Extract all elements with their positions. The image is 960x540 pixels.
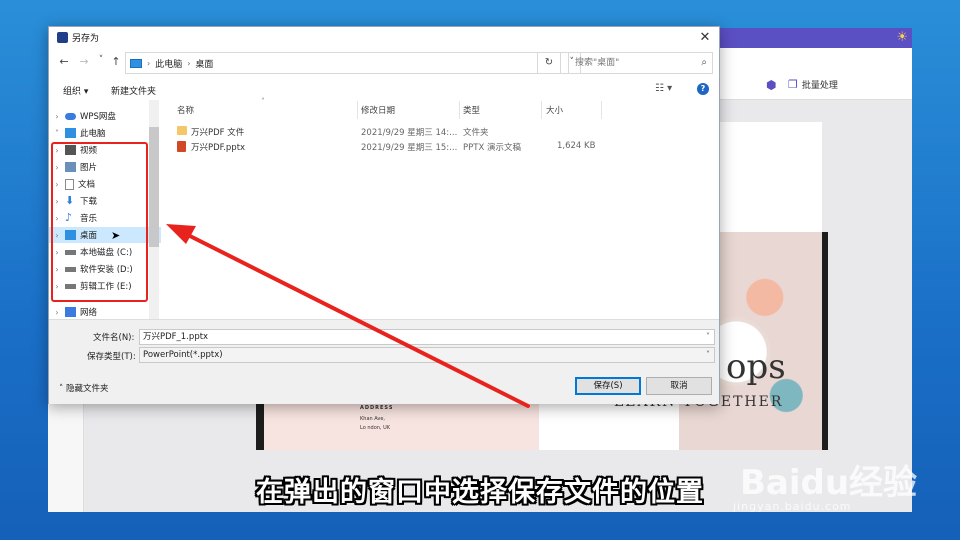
nav-pane-scrollbar-thumb[interactable] xyxy=(149,127,159,247)
computer-icon xyxy=(130,58,142,68)
close-button[interactable]: ✕ xyxy=(695,29,715,47)
file-type: 文件夹 xyxy=(463,128,489,138)
file-name: 万兴PDF.pptx xyxy=(191,143,246,153)
batch-process-label: 批量处理 xyxy=(801,81,838,91)
nav-item-label: 网络 xyxy=(80,308,98,318)
save-button[interactable]: 保存(S) xyxy=(575,377,641,395)
save-as-dialog: 另存为 ✕ ← → ˅ ↑ › 此电脑 › 桌面 ˅ ↻ 搜索"桌面" ⌕ 组织… xyxy=(48,26,720,404)
breadcrumb-this-pc[interactable]: 此电脑 xyxy=(155,57,182,70)
slide-photo-edge xyxy=(822,232,828,450)
file-type: PPTX 演示文稿 xyxy=(463,143,521,153)
computer-icon xyxy=(65,128,76,138)
chevron-up-icon: ˄ xyxy=(59,384,64,394)
filetype-value: PowerPoint(*.pptx) xyxy=(143,350,223,360)
sort-indicator-icon: ˄ xyxy=(261,97,265,106)
column-header-name[interactable]: 名称 xyxy=(177,104,194,116)
dialog-title: 另存为 xyxy=(72,34,100,44)
file-modified: 2021/9/29 星期三 14:... xyxy=(361,128,458,138)
slide-address-line1: Khan Ave, xyxy=(360,416,386,422)
hexagon-icon: ⬢ xyxy=(766,78,777,92)
breadcrumb-separator-icon: › xyxy=(147,58,151,68)
shape-tool-button[interactable]: ⬢ xyxy=(766,78,776,92)
file-name: 万兴PDF 文件 xyxy=(191,128,245,138)
refresh-icon: ↻ xyxy=(544,57,554,68)
annotation-highlight-box xyxy=(51,142,148,302)
nav-item-label: 此电脑 xyxy=(80,129,106,139)
filename-label: 文件名(N): xyxy=(93,333,135,343)
chevron-down-icon[interactable]: ˅ xyxy=(51,129,63,138)
nav-item-label: WPS网盘 xyxy=(80,112,116,122)
file-row[interactable]: 万兴PDF.pptx 2021/9/29 星期三 15:... PPTX 演示文… xyxy=(171,139,711,154)
cloud-icon xyxy=(65,112,76,120)
search-placeholder: 搜索"桌面" xyxy=(575,58,620,68)
refresh-button[interactable]: ↻ xyxy=(537,52,561,74)
filename-value: 万兴PDF_1.pptx xyxy=(143,332,209,342)
chevron-right-icon[interactable]: › xyxy=(51,112,63,121)
forward-button[interactable]: → xyxy=(77,55,91,68)
nav-item-wps-cloud[interactable]: › WPS网盘 xyxy=(49,108,161,124)
filetype-label: 保存类型(T): xyxy=(87,352,136,362)
batch-process-button[interactable]: ❐ 批量处理 xyxy=(788,78,838,91)
theme-sun-icon[interactable]: ☀ xyxy=(896,30,908,45)
breadcrumb-desktop[interactable]: 桌面 xyxy=(195,57,213,70)
help-icon[interactable]: ? xyxy=(697,83,709,95)
recent-locations-button[interactable]: ˅ xyxy=(94,55,108,65)
slide-address-title: ADDRESS xyxy=(360,405,394,411)
view-options-icon[interactable]: ☷ ▾ xyxy=(655,83,672,94)
nav-item-network[interactable]: › 网络 xyxy=(49,304,161,320)
cancel-button[interactable]: 取消 xyxy=(646,377,712,395)
folder-icon xyxy=(177,126,187,135)
chevron-down-icon[interactable]: ˅ xyxy=(706,330,710,344)
address-bar[interactable]: › 此电脑 › 桌面 ˅ xyxy=(125,52,581,74)
slide-address-line2: Lo ndon, UK xyxy=(360,425,391,431)
column-header-modified[interactable]: 修改日期 xyxy=(361,104,395,116)
subtitle-caption: 在弹出的窗口中选择保存文件的位置 xyxy=(256,477,704,508)
nav-item-this-pc[interactable]: ˅ 此电脑 xyxy=(49,125,161,141)
search-input[interactable]: 搜索"桌面" ⌕ xyxy=(568,52,713,74)
back-button[interactable]: ← xyxy=(57,55,71,68)
column-divider xyxy=(541,101,542,119)
breadcrumb-separator-icon: › xyxy=(187,58,191,68)
new-folder-button[interactable]: 新建文件夹 xyxy=(111,84,156,97)
organize-button[interactable]: 组织 ▾ xyxy=(63,84,88,97)
chevron-down-icon[interactable]: ˅ xyxy=(706,348,710,362)
file-size: 1,624 KB xyxy=(557,141,596,151)
dialog-titlebar: 另存为 ✕ xyxy=(49,27,719,49)
app-icon xyxy=(57,32,68,43)
search-icon: ⌕ xyxy=(701,57,707,68)
hide-folders-label: 隐藏文件夹 xyxy=(65,384,109,394)
file-modified: 2021/9/29 星期三 15:... xyxy=(361,143,458,153)
slide-heading-text: ops xyxy=(726,347,786,387)
command-bar: 组织 ▾ 新建文件夹 xyxy=(49,80,719,100)
column-header-type[interactable]: 类型 xyxy=(463,104,480,116)
batch-icon: ❐ xyxy=(788,78,798,91)
pptx-file-icon xyxy=(177,141,186,152)
chevron-right-icon[interactable]: › xyxy=(51,308,63,317)
filetype-select[interactable]: PowerPoint(*.pptx) ˅ xyxy=(139,347,715,363)
column-header-size[interactable]: 大小 xyxy=(546,104,563,116)
network-icon xyxy=(65,307,76,317)
up-button[interactable]: ↑ xyxy=(109,55,123,68)
column-divider xyxy=(357,101,358,119)
hide-folders-toggle[interactable]: ˄ 隐藏文件夹 xyxy=(59,382,108,394)
file-row[interactable]: 万兴PDF 文件 2021/9/29 星期三 14:... 文件夹 xyxy=(171,124,711,139)
column-divider xyxy=(459,101,460,119)
column-divider xyxy=(601,101,602,119)
filename-input[interactable]: 万兴PDF_1.pptx ˅ xyxy=(139,329,715,345)
